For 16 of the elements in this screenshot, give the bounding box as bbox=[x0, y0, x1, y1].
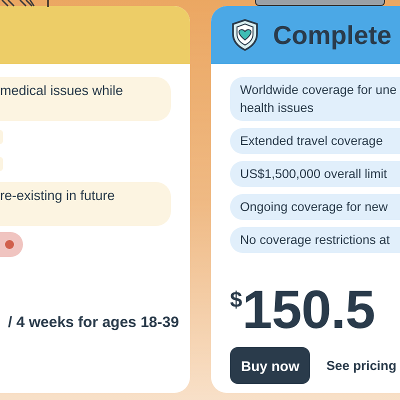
feature-pill: No coverage restrictions at bbox=[230, 227, 400, 253]
info-icon bbox=[5, 240, 14, 249]
currency-symbol: $ bbox=[230, 288, 242, 312]
feature-pill: re-existing in future bbox=[0, 182, 171, 226]
price-amount: 150.5 bbox=[242, 286, 375, 334]
feature-pill: Worldwide coverage for une health issues bbox=[230, 77, 400, 121]
buy-now-button[interactable]: Buy now bbox=[230, 347, 310, 384]
feature-pill: US$1,500,000 overall limit bbox=[230, 161, 400, 187]
feature-pill: Extended travel coverage bbox=[230, 128, 400, 154]
plan-title: Complete bbox=[273, 20, 392, 50]
shield-heart-icon bbox=[231, 19, 259, 51]
price-note: / 4 weeks for ages 18-39 bbox=[8, 314, 180, 331]
illustration-drawing bbox=[0, 0, 50, 7]
feature-pill: medical issues while bbox=[0, 77, 171, 121]
feature-pill: Ongoing coverage for new bbox=[230, 194, 400, 220]
see-pricing-link[interactable]: See pricing bbox=[326, 358, 396, 373]
